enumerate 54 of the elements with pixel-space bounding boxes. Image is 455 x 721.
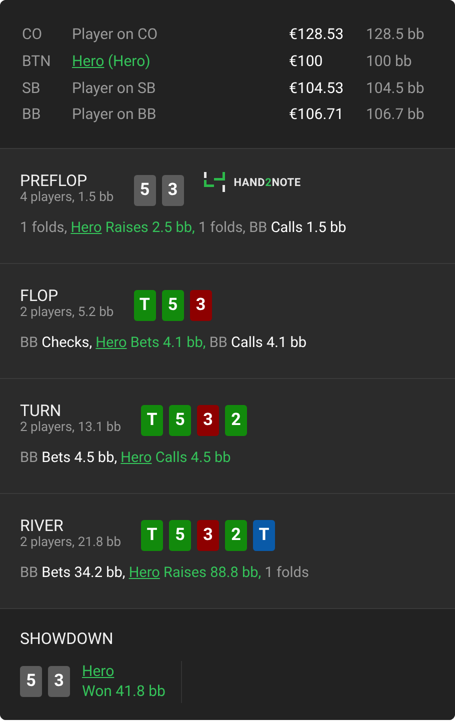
playing-card: 5 [134, 175, 156, 206]
stack-bb: 104.5 bb [366, 78, 426, 97]
player-name: Player on CO [72, 25, 159, 44]
action-line: BB Checks, Hero Bets 4.1 bb, BB Calls 4.1 bb [20, 334, 308, 352]
stack-bb: 100 bb [366, 52, 413, 70]
playing-card: 5 [169, 520, 191, 551]
player-name: Hero (Hero) [72, 52, 152, 70]
playing-card: T [141, 405, 163, 436]
hero-link[interactable]: Hero [82, 661, 114, 681]
playing-card: 3 [190, 290, 212, 321]
playing-card: T [253, 520, 275, 551]
playing-card: T [134, 290, 156, 321]
action-line: 1 folds, Hero Raises 2.5 bb, 1 folds, BB Calls 1.5 bb [20, 219, 348, 237]
position-label: CO [22, 25, 44, 44]
street-title: FLOP [20, 286, 60, 306]
street-summary: 2 players, 5.2 bb [20, 306, 114, 320]
action-line: BB Bets 4.5 bb, Hero Calls 4.5 bb [20, 449, 232, 467]
position-label: BTN [22, 52, 52, 70]
stack-amount: €100 [289, 52, 324, 70]
result-text: Won 41.8 bb [82, 681, 166, 701]
playing-card: 5 [20, 666, 42, 697]
player-name: Player on BB [72, 105, 158, 124]
playing-card: 3 [48, 666, 70, 697]
stack-bb: 106.7 bb [366, 105, 426, 124]
hero-link[interactable]: Hero [72, 52, 104, 70]
street-title: PREFLOP [20, 171, 88, 191]
stack-amount: €104.53 [289, 78, 345, 97]
playing-card: 3 [162, 175, 184, 206]
stack-amount: €106.71 [289, 105, 345, 124]
logo-text: HAND2NOTE [234, 176, 301, 188]
street-title: RIVER [20, 516, 64, 536]
hero-link[interactable]: Hero [120, 449, 152, 466]
playing-card: 3 [197, 405, 219, 436]
hero-link[interactable]: Hero [70, 219, 102, 236]
player-name: Player on SB [72, 78, 157, 97]
position-label: SB [22, 78, 42, 97]
position-label: BB [22, 105, 42, 124]
playing-card: T [141, 520, 163, 551]
hero-link[interactable]: Hero [128, 564, 160, 581]
street-title: TURN [20, 401, 62, 421]
hero-link[interactable]: Hero [96, 334, 127, 351]
playing-card: 5 [162, 290, 184, 321]
street-summary: 2 players, 13.1 bb [20, 421, 121, 435]
showdown-title: SHOWDOWN [20, 629, 114, 649]
playing-card: 3 [197, 520, 219, 551]
playing-card: 2 [225, 520, 247, 551]
playing-card: 5 [169, 405, 191, 436]
action-line: BB Bets 34.2 bb, Hero Raises 88.8 bb, 1 folds [20, 564, 310, 582]
street-summary: 4 players, 1.5 bb [20, 191, 114, 205]
logo-icon [204, 171, 226, 193]
stack-bb: 128.5 bb [366, 25, 426, 44]
stack-amount: €128.53 [289, 25, 345, 44]
street-summary: 2 players, 21.8 bb [20, 536, 121, 550]
playing-card: 2 [225, 405, 247, 436]
